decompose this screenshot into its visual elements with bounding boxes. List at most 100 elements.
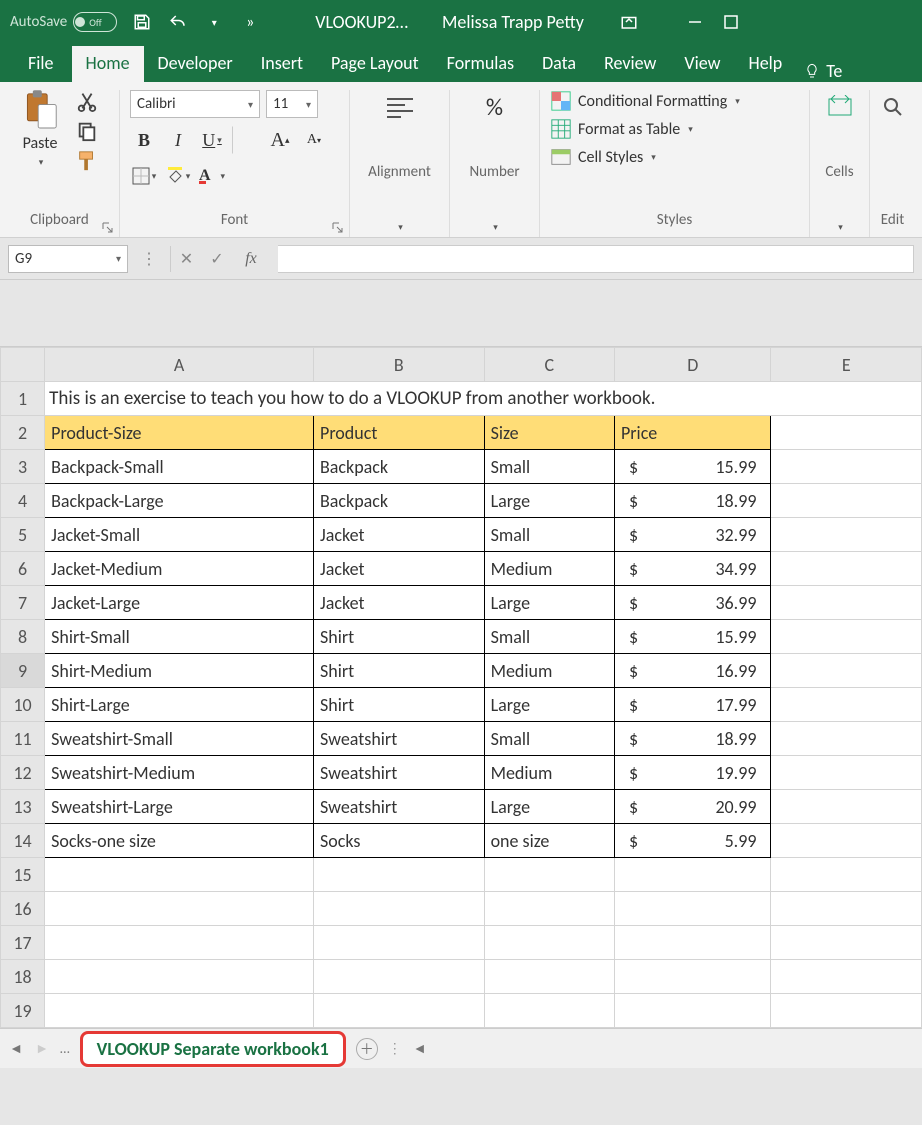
- cell-C10[interactable]: Large: [484, 688, 614, 722]
- cell-A7[interactable]: Jacket-Large: [45, 586, 314, 620]
- tab-help[interactable]: Help: [734, 46, 796, 82]
- row-header-16[interactable]: 16: [1, 892, 45, 926]
- tab-page-layout[interactable]: Page Layout: [317, 46, 433, 82]
- underline-button[interactable]: U▾: [198, 126, 226, 154]
- col-header-A[interactable]: A: [45, 348, 314, 382]
- cell-E10[interactable]: [771, 688, 922, 722]
- cell-B16[interactable]: [314, 892, 485, 926]
- toggle-switch[interactable]: Off: [73, 12, 117, 32]
- sheet-nav-next[interactable]: ►: [34, 1040, 50, 1057]
- cell-B3[interactable]: Backpack: [314, 450, 485, 484]
- sheet-nav-prev[interactable]: ◄: [8, 1040, 24, 1057]
- cell-D17[interactable]: [614, 926, 771, 960]
- new-sheet-button[interactable]: ＋: [356, 1038, 378, 1060]
- col-header-B[interactable]: B: [314, 348, 485, 382]
- cell-B12[interactable]: Sweatshirt: [314, 756, 485, 790]
- qat-overflow-icon[interactable]: »: [239, 11, 261, 33]
- row-header-15[interactable]: 15: [1, 858, 45, 892]
- cut-icon[interactable]: [76, 90, 98, 112]
- row-header-4[interactable]: 4: [1, 484, 45, 518]
- font-name-combo[interactable]: Calibri▾: [130, 90, 260, 118]
- row-header-5[interactable]: 5: [1, 518, 45, 552]
- cell-C12[interactable]: Medium: [484, 756, 614, 790]
- cell-A12[interactable]: Sweatshirt-Medium: [45, 756, 314, 790]
- cell-E11[interactable]: [771, 722, 922, 756]
- cell-D4[interactable]: $18.99: [614, 484, 771, 518]
- cell-D2[interactable]: Price: [614, 416, 771, 450]
- cell-A8[interactable]: Shirt-Small: [45, 620, 314, 654]
- cell-E19[interactable]: [771, 994, 922, 1028]
- cell-D10[interactable]: $17.99: [614, 688, 771, 722]
- cell-E5[interactable]: [771, 518, 922, 552]
- row-header-17[interactable]: 17: [1, 926, 45, 960]
- tab-options-icon[interactable]: ⋮: [388, 1040, 402, 1057]
- paste-button[interactable]: Paste ▾: [10, 90, 70, 172]
- insert-function-button[interactable]: fx: [238, 246, 264, 272]
- tab-data[interactable]: Data: [528, 46, 590, 82]
- cell-E8[interactable]: [771, 620, 922, 654]
- cell-C7[interactable]: Large: [484, 586, 614, 620]
- cell-A2[interactable]: Product-Size: [45, 416, 314, 450]
- format-as-table-button[interactable]: Format as Table▾: [550, 118, 799, 140]
- qat-more-icon[interactable]: ▾: [203, 11, 225, 33]
- conditional-formatting-button[interactable]: Conditional Formatting▾: [550, 90, 799, 112]
- row-header-1[interactable]: 1: [1, 382, 45, 416]
- row-header-2[interactable]: 2: [1, 416, 45, 450]
- cell-D18[interactable]: [614, 960, 771, 994]
- cell-D3[interactable]: $15.99: [614, 450, 771, 484]
- cell-B15[interactable]: [314, 858, 485, 892]
- cell-D6[interactable]: $34.99: [614, 552, 771, 586]
- cell-C18[interactable]: [484, 960, 614, 994]
- italic-button[interactable]: I: [164, 126, 192, 154]
- cell-E17[interactable]: [771, 926, 922, 960]
- cell-C11[interactable]: Small: [484, 722, 614, 756]
- cell-C13[interactable]: Large: [484, 790, 614, 824]
- row-header-10[interactable]: 10: [1, 688, 45, 722]
- cell-E18[interactable]: [771, 960, 922, 994]
- percent-button[interactable]: %: [478, 90, 512, 124]
- grow-font-button[interactable]: A▴: [266, 126, 294, 154]
- cell-A11[interactable]: Sweatshirt-Small: [45, 722, 314, 756]
- row-header-6[interactable]: 6: [1, 552, 45, 586]
- tab-view[interactable]: View: [670, 46, 734, 82]
- hscroll-left[interactable]: ◄: [412, 1040, 428, 1057]
- cell-E15[interactable]: [771, 858, 922, 892]
- cell-C9[interactable]: Medium: [484, 654, 614, 688]
- cell-E3[interactable]: [771, 450, 922, 484]
- cell-B5[interactable]: Jacket: [314, 518, 485, 552]
- cell-A13[interactable]: Sweatshirt-Large: [45, 790, 314, 824]
- cell-B7[interactable]: Jacket: [314, 586, 485, 620]
- cell-D8[interactable]: $15.99: [614, 620, 771, 654]
- enter-formula-icon[interactable]: ✓: [204, 246, 230, 272]
- dialog-launcher-icon[interactable]: [331, 219, 343, 231]
- bold-button[interactable]: B: [130, 126, 158, 154]
- tab-formulas[interactable]: Formulas: [433, 46, 528, 82]
- tab-developer[interactable]: Developer: [144, 46, 247, 82]
- cell-B13[interactable]: Sweatshirt: [314, 790, 485, 824]
- cell-A17[interactable]: [45, 926, 314, 960]
- tab-review[interactable]: Review: [590, 46, 670, 82]
- maximize-button[interactable]: [720, 11, 742, 33]
- tab-file[interactable]: File: [10, 46, 72, 82]
- cell-D5[interactable]: $32.99: [614, 518, 771, 552]
- format-painter-icon[interactable]: [76, 150, 98, 172]
- cell-C16[interactable]: [484, 892, 614, 926]
- cell-A4[interactable]: Backpack-Large: [45, 484, 314, 518]
- cell-A10[interactable]: Shirt-Large: [45, 688, 314, 722]
- formula-input[interactable]: [278, 245, 914, 273]
- cell-D13[interactable]: $20.99: [614, 790, 771, 824]
- cell-B10[interactable]: Shirt: [314, 688, 485, 722]
- cell-E13[interactable]: [771, 790, 922, 824]
- col-header-E[interactable]: E: [771, 348, 922, 382]
- alignment-icon[interactable]: [383, 90, 417, 124]
- cell-E7[interactable]: [771, 586, 922, 620]
- cell-B17[interactable]: [314, 926, 485, 960]
- cell-E6[interactable]: [771, 552, 922, 586]
- cell-A3[interactable]: Backpack-Small: [45, 450, 314, 484]
- cell-A16[interactable]: [45, 892, 314, 926]
- row-header-9[interactable]: 9: [1, 654, 45, 688]
- cell-B8[interactable]: Shirt: [314, 620, 485, 654]
- cell-D14[interactable]: $5.99: [614, 824, 771, 858]
- row-header-12[interactable]: 12: [1, 756, 45, 790]
- row-header-14[interactable]: 14: [1, 824, 45, 858]
